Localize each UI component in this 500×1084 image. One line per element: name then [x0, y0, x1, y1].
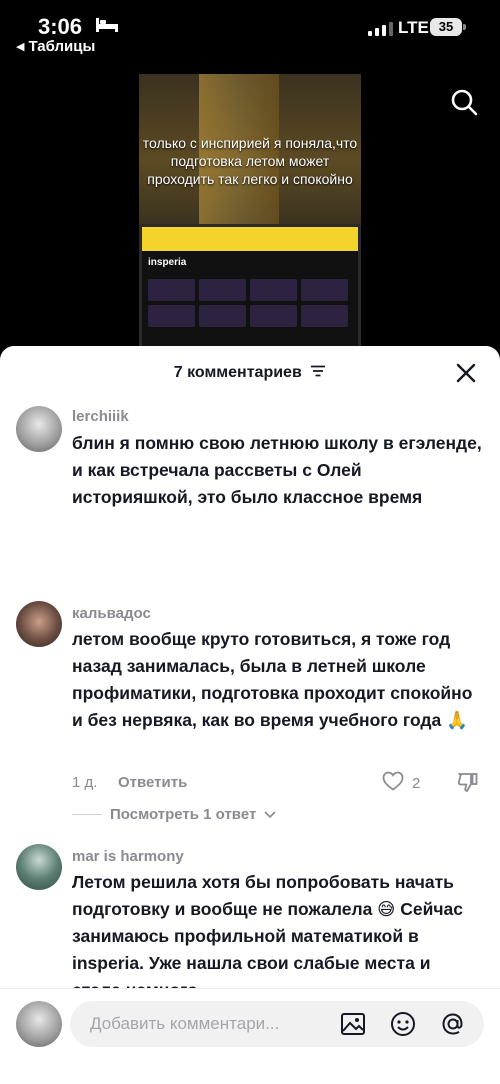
reply-button[interactable]: Ответить — [118, 774, 187, 791]
laptop-header-bar — [142, 227, 358, 251]
comment-text: Летом решила хотя бы попробовать начать … — [72, 872, 464, 1000]
mention-icon[interactable] — [440, 1011, 466, 1042]
comment-username[interactable]: mar is harmony — [72, 848, 184, 865]
sort-icon[interactable] — [310, 364, 326, 382]
back-triangle-icon: ◀ — [16, 41, 25, 53]
video-player[interactable]: только с инспирией я поняла,что подготов… — [139, 74, 361, 364]
my-avatar — [16, 1001, 62, 1047]
laptop-logo: insperia — [148, 257, 187, 268]
view-replies-button[interactable]: Посмотреть 1 ответ — [72, 806, 276, 823]
dislike-icon[interactable] — [456, 771, 480, 798]
avatar[interactable] — [16, 406, 62, 452]
battery-icon: 35 — [430, 18, 462, 36]
comments-sheet: 7 комментариев lerchiiik блин я помню св… — [0, 346, 500, 1084]
chevron-down-icon — [264, 806, 276, 823]
comment-username[interactable]: lerchiiik — [72, 408, 129, 425]
comments-count: 7 комментариев — [173, 364, 302, 382]
comment-input[interactable]: Добавить комментари... — [70, 1001, 484, 1047]
like-button[interactable]: 2 — [382, 771, 420, 795]
sleep-focus-icon — [96, 18, 118, 37]
comment-input-placeholder: Добавить комментари... — [90, 1014, 280, 1033]
view-replies-label: Посмотреть 1 ответ — [110, 806, 257, 823]
avatar[interactable] — [16, 601, 62, 647]
tiktok-comments-screen: 3:06 ◀ Таблицы LTE 35 только с инспирией… — [0, 0, 500, 1084]
clock: 3:06 — [38, 14, 83, 39]
back-to-app-link[interactable]: ◀ Таблицы — [16, 38, 95, 55]
comment-text: летом вообще круто готовиться, я тоже го… — [72, 629, 473, 730]
comment-age: 1 д. — [72, 774, 98, 791]
comment-username[interactable]: кальвадос — [72, 605, 151, 622]
comment-composer: Добавить комментари... — [0, 988, 500, 1084]
back-app-label: Таблицы — [28, 38, 96, 55]
cellular-signal-icon — [368, 22, 393, 36]
battery-level: 35 — [438, 19, 454, 34]
close-icon[interactable] — [455, 362, 477, 389]
comments-header: 7 комментариев — [0, 346, 500, 402]
comment-item[interactable]: кальвадос летом вообще круто готовиться,… — [0, 601, 500, 831]
video-laptop-screen: insperia — [139, 224, 361, 364]
battery-tip — [463, 24, 466, 30]
status-bar: 3:06 ◀ Таблицы LTE 35 — [0, 0, 500, 62]
search-icon[interactable] — [450, 88, 478, 121]
heart-icon — [382, 771, 404, 795]
laptop-schedule-grid — [148, 279, 348, 327]
image-icon[interactable] — [340, 1011, 366, 1042]
comment-text: блин я помню свою летнюю школу в егэленд… — [72, 433, 482, 507]
comment-item[interactable]: mar is harmony Летом решила хотя бы попр… — [0, 844, 500, 1000]
like-count: 2 — [412, 774, 421, 792]
video-caption: только с инспирией я поняла,что подготов… — [142, 135, 358, 187]
replies-divider — [72, 814, 102, 815]
network-type: LTE — [398, 18, 429, 37]
avatar[interactable] — [16, 844, 62, 890]
comments-title: 7 комментариев — [0, 364, 500, 382]
comment-item[interactable]: lerchiiik блин я помню свою летнюю школу… — [0, 404, 500, 584]
emoji-icon[interactable] — [390, 1011, 416, 1042]
